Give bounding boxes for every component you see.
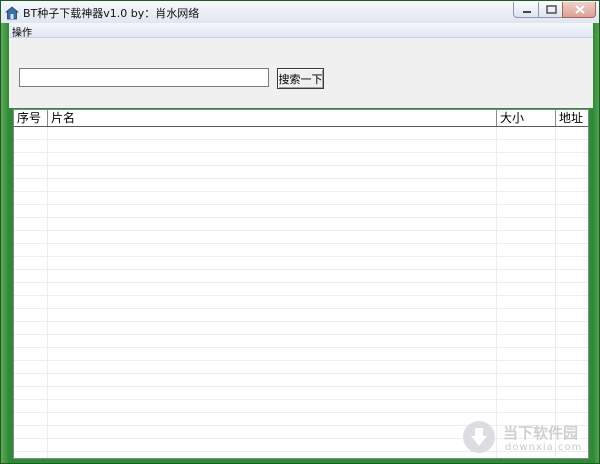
title-bar[interactable]: BT种子下载神器v1.0 by：肖水网络 — [1, 1, 599, 23]
table-body[interactable] — [14, 127, 588, 458]
column-header-size[interactable]: 大小 — [497, 110, 556, 126]
column-header-index[interactable]: 序号 — [14, 110, 48, 126]
house-icon — [4, 5, 20, 20]
column-header-title[interactable]: 片名 — [48, 110, 497, 126]
close-icon — [575, 5, 585, 14]
toolbar-area: 搜索一下 — [9, 38, 593, 108]
watermark-url: downxia.com — [505, 442, 583, 453]
results-table[interactable]: 序号 片名 大小 地址 — [13, 109, 589, 459]
watermark-name: 当下软件园 — [503, 424, 579, 442]
table-header: 序号 片名 大小 地址 — [14, 110, 588, 127]
window-title: BT种子下载神器v1.0 by：肖水网络 — [23, 7, 200, 20]
column-header-url[interactable]: 地址 — [556, 110, 588, 126]
column-divider — [555, 127, 556, 458]
menu-item-operate[interactable]: 操作 — [12, 24, 32, 39]
download-arrow-icon — [463, 421, 495, 453]
search-input[interactable] — [19, 68, 269, 87]
menu-bar: 操作 — [9, 23, 593, 39]
maximize-icon — [546, 5, 557, 14]
column-divider — [496, 127, 497, 458]
minimize-button[interactable] — [513, 2, 539, 18]
minimize-icon — [523, 11, 531, 13]
maximize-button[interactable] — [538, 2, 563, 18]
close-button[interactable] — [562, 2, 596, 18]
column-divider — [47, 127, 48, 458]
watermark-logo: 当下软件园 downxia.com — [463, 421, 593, 457]
app-window: BT种子下载神器v1.0 by：肖水网络 操作 搜索一下 序号 片名 大小 地址 — [0, 0, 600, 464]
search-button[interactable]: 搜索一下 — [277, 68, 324, 89]
